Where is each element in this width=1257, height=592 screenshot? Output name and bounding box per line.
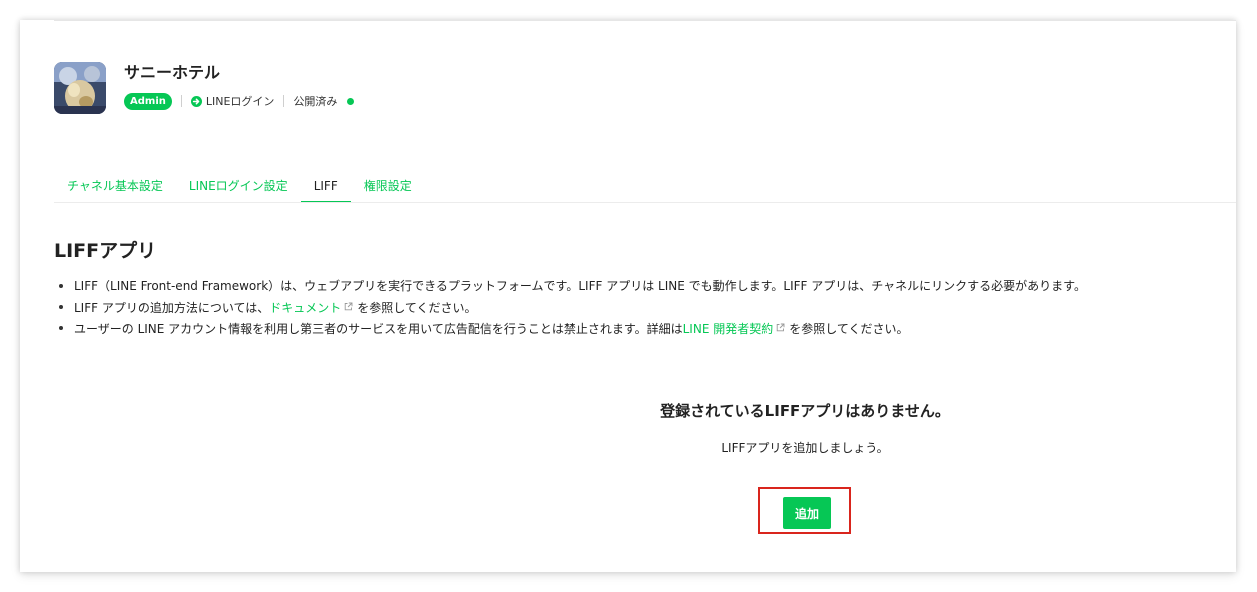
role-badge: Admin [124, 92, 172, 110]
channel-avatar [54, 62, 106, 114]
channel-type: LINEログイン [205, 95, 275, 108]
note-text: ユーザーの LINE アカウント情報を利用し第三者のサービスを用いて広告配信を行… [74, 322, 683, 336]
add-liff-app-button[interactable]: 追加 [783, 497, 831, 529]
note-text: LIFF（LINE Front-end Framework）は、ウェブアプリを実… [74, 279, 1086, 293]
tab-liff[interactable]: LIFF [300, 170, 351, 203]
empty-state: 登録されているLIFFアプリはありません。 LIFFアプリを追加しましょう。 [580, 400, 1030, 457]
note-text: を参照してください。 [357, 301, 477, 315]
tab-line-login-settings[interactable]: LINEログイン設定 [176, 170, 301, 202]
divider [54, 20, 1236, 21]
publish-status: 公開済み [293, 95, 338, 108]
documentation-link[interactable]: ドキュメント [269, 301, 341, 315]
separator [180, 95, 182, 107]
developer-agreement-link[interactable]: LINE 開発者契約 [683, 322, 774, 336]
line-login-icon [190, 95, 202, 107]
channel-name: サニーホテル [124, 63, 221, 82]
empty-state-title: 登録されているLIFFアプリはありません。 [660, 402, 950, 420]
external-link-icon [344, 297, 353, 311]
note-text: LIFF アプリの追加方法については、 [74, 301, 270, 315]
channel-card: サニーホテル Admin LINEログイン 公開済み チャネル基本設定 LINE… [20, 20, 1236, 572]
settings-tabs: チャネル基本設定 LINEログイン設定 LIFF 権限設定 [54, 170, 425, 203]
channel-meta: Admin LINEログイン 公開済み [124, 92, 355, 110]
list-item: ユーザーの LINE アカウント情報を利用し第三者のサービスを用いて広告配信を行… [58, 318, 1086, 339]
status-dot [347, 97, 355, 105]
list-item: LIFF アプリの追加方法については、ドキュメント を参照してください。 [58, 297, 1086, 318]
list-item: LIFF（LINE Front-end Framework）は、ウェブアプリを実… [58, 276, 1086, 297]
tab-permissions[interactable]: 権限設定 [351, 170, 425, 202]
external-link-icon [776, 318, 785, 332]
empty-state-subtitle: LIFFアプリを追加しましょう。 [721, 441, 889, 455]
note-text: を参照してください。 [789, 322, 909, 336]
separator [283, 95, 285, 107]
tabs-divider [54, 202, 1236, 203]
info-list: LIFF（LINE Front-end Framework）は、ウェブアプリを実… [58, 276, 1086, 339]
section-title: LIFFアプリ [54, 240, 157, 262]
tab-basic-settings[interactable]: チャネル基本設定 [54, 170, 176, 202]
